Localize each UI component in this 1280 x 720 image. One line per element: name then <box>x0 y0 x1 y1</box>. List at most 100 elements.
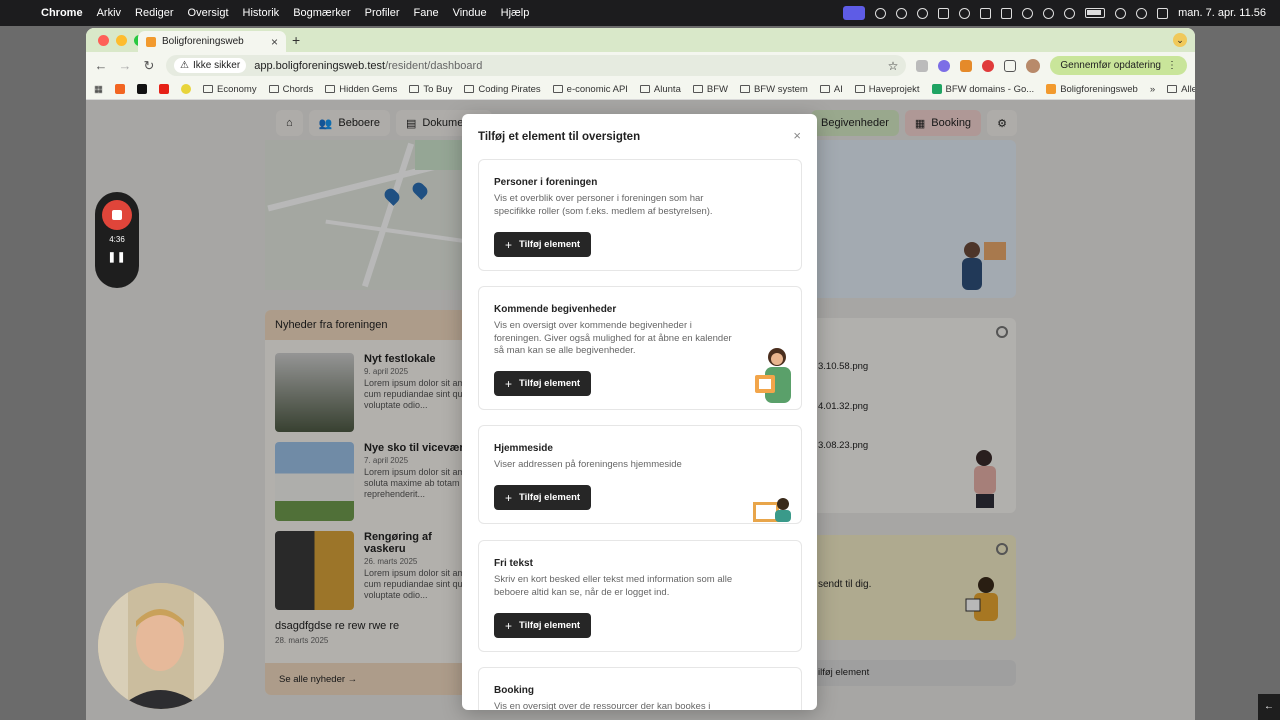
option-title: Booking <box>494 685 534 696</box>
close-window-icon[interactable] <box>98 35 109 46</box>
bluetooth-icon[interactable] <box>1043 7 1055 19</box>
option-title: Personer i foreningen <box>494 177 598 188</box>
favicon-icon <box>1046 84 1057 94</box>
menu-item-bogmaerker[interactable]: Bogmærker <box>286 7 357 19</box>
menu-item-arkiv[interactable]: Arkiv <box>90 7 128 19</box>
webcam-bubble[interactable] <box>98 583 224 709</box>
folder-icon <box>325 85 336 93</box>
add-element-button[interactable]: + Tilføj element <box>494 613 592 638</box>
adblock-extension-icon[interactable] <box>982 59 995 72</box>
bookmark-ycombinator[interactable] <box>114 84 125 94</box>
screen-record-icon[interactable] <box>843 6 866 20</box>
play-icon[interactable] <box>1022 7 1034 19</box>
browser-toolbar: ← → ↻ ⚠ Ikke sikker app.boligforeningswe… <box>86 52 1195 79</box>
collapse-arrow-icon[interactable]: ← <box>1258 694 1280 720</box>
bookmark-label: AI <box>833 83 843 95</box>
tab-search-icon[interactable]: ⌄ <box>1173 33 1187 47</box>
clock[interactable]: man. 7. apr. 11.56 <box>1178 7 1266 19</box>
apps-grid-icon[interactable]: ▦ <box>94 84 103 95</box>
control-center-icon[interactable] <box>1157 7 1169 19</box>
x-logo-icon <box>136 84 147 94</box>
option-title: Fri tekst <box>494 558 533 569</box>
extensions-puzzle-icon[interactable] <box>1004 59 1017 72</box>
bookmark-x[interactable] <box>136 84 147 94</box>
page-viewport: ⌂ 👥 Beboere ▤ Dokumenter Begivenheder ▦ Boo… <box>86 100 1195 720</box>
menu-item-fane[interactable]: Fane <box>407 7 446 19</box>
bookmark-smiley[interactable] <box>180 84 191 94</box>
extension-icon[interactable] <box>938 59 951 72</box>
bookmark-label: BFW <box>706 83 728 95</box>
pause-icon[interactable]: ❚❚ <box>108 252 127 263</box>
bookmark-folder[interactable]: To Buy <box>409 84 452 95</box>
bookmark-label: Boligforeningsweb <box>1060 83 1138 95</box>
minimize-window-icon[interactable] <box>116 35 127 46</box>
bookmark-label: Alle bogmærker <box>1181 83 1195 95</box>
security-chip[interactable]: ⚠ Ikke sikker <box>174 58 247 73</box>
bookmark-folder[interactable]: e-conomic API <box>552 84 628 95</box>
tab-strip: Boligforeningsweb × + ⌄ <box>86 28 1195 52</box>
battery-icon[interactable] <box>1085 8 1106 18</box>
bookmark-folder[interactable]: Economy <box>202 84 257 95</box>
bookmark-folder[interactable]: Chords <box>268 84 313 95</box>
bookmarks-overflow-icon[interactable]: » <box>1150 84 1155 95</box>
bookmark-star-icon[interactable]: ☆ <box>888 59 899 73</box>
bookmark-folder[interactable]: AI <box>819 83 843 95</box>
bookmark-folder[interactable]: BFW <box>692 83 728 95</box>
database-icon[interactable] <box>980 7 992 19</box>
button-label: Tilføj element <box>519 620 581 631</box>
status-icon[interactable] <box>896 7 908 19</box>
stop-recording-button[interactable] <box>102 200 132 230</box>
bookmark-folder[interactable]: Hidden Gems <box>325 84 397 95</box>
menu-item-vindue[interactable]: Vindue <box>446 7 494 19</box>
recording-widget: 4:36 ❚❚ <box>95 192 139 288</box>
status-icon[interactable] <box>938 7 950 19</box>
menu-item-hjaelp[interactable]: Hjælp <box>494 7 537 19</box>
folder-icon <box>739 85 750 93</box>
network-icon[interactable] <box>1064 7 1076 19</box>
add-element-button[interactable]: + Tilføj element <box>494 485 592 510</box>
status-icon[interactable] <box>959 7 971 19</box>
display-icon[interactable] <box>1001 7 1013 19</box>
menu-item-rediger[interactable]: Rediger <box>128 7 181 19</box>
bookmark-link[interactable]: BFW domains - Go... <box>931 84 1034 95</box>
address-bar[interactable]: ⚠ Ikke sikker app.boligforeningsweb.test… <box>166 55 907 76</box>
all-bookmarks[interactable]: Alle bogmærker <box>1167 84 1195 95</box>
browser-tab[interactable]: Boligforeningsweb × <box>138 31 286 52</box>
menu-item-historik[interactable]: Historik <box>236 7 287 19</box>
folder-icon <box>464 85 475 93</box>
bookmark-link[interactable]: Boligforeningsweb <box>1046 84 1138 95</box>
close-icon[interactable]: × <box>793 128 801 143</box>
menu-item-profiler[interactable]: Profiler <box>358 7 407 19</box>
bookmark-folder[interactable]: Alunta <box>639 84 681 95</box>
back-icon[interactable]: ← <box>94 58 108 73</box>
rss-extension-icon[interactable] <box>960 59 973 72</box>
bookmark-folder[interactable]: BFW system <box>739 84 808 95</box>
status-icon[interactable] <box>875 7 887 19</box>
new-tab-icon[interactable]: + <box>292 32 300 48</box>
update-label: Gennemfør opdatering <box>1060 60 1161 71</box>
add-element-button[interactable]: + Tilføj element <box>494 232 592 257</box>
profile-avatar[interactable] <box>1026 58 1041 73</box>
security-label: Ikke sikker <box>192 60 241 71</box>
option-title: Kommende begivenheder <box>494 304 617 315</box>
gear-status-icon[interactable] <box>917 7 929 19</box>
add-element-button[interactable]: + Tilføj element <box>494 371 592 396</box>
menu-app-name[interactable]: Chrome <box>34 7 90 19</box>
bookmark-youtube[interactable] <box>158 84 169 94</box>
reload-icon[interactable]: ↻ <box>142 58 156 74</box>
forward-icon[interactable]: → <box>118 58 132 73</box>
update-button[interactable]: Gennemfør opdatering ⋮ <box>1050 56 1187 75</box>
folder-icon <box>819 85 830 93</box>
url-host: app.boligforeningsweb.test <box>254 59 386 72</box>
search-icon[interactable] <box>1136 7 1148 19</box>
camera-extension-icon[interactable] <box>916 59 929 72</box>
bookmark-folder[interactable]: Haveprojekt <box>854 83 920 95</box>
bookmark-folder[interactable]: Coding Pirates <box>464 84 541 95</box>
menu-item-oversigt[interactable]: Oversigt <box>181 7 236 19</box>
folder-icon <box>854 85 865 93</box>
wifi-icon[interactable] <box>1115 7 1127 19</box>
bookmark-label: Haveprojekt <box>868 83 920 95</box>
calendar-woman-illustration <box>755 348 791 403</box>
plus-icon: + <box>505 490 513 505</box>
close-tab-icon[interactable]: × <box>271 35 278 49</box>
